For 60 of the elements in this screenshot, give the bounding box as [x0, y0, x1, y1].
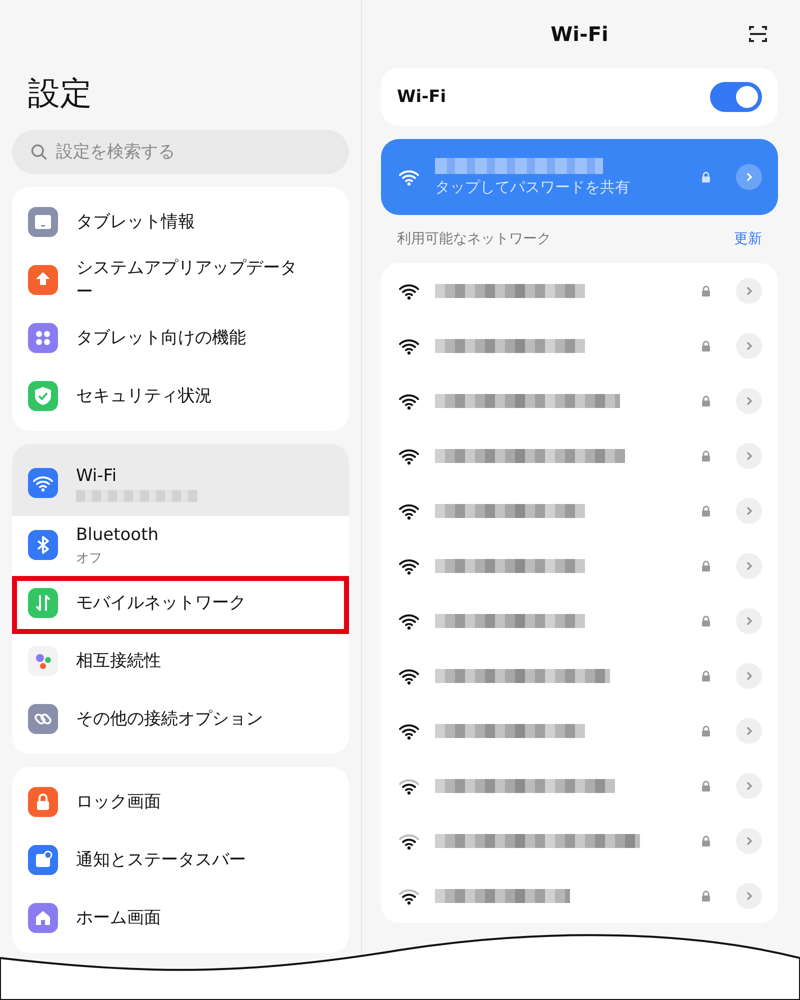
settings-label: タブレット向けの機能 — [76, 327, 246, 350]
settings-subtitle: オフ — [76, 550, 103, 567]
wifi-switch[interactable] — [710, 82, 762, 112]
settings-label: ホーム画面 — [76, 907, 161, 930]
settings-label: タブレット情報 — [76, 211, 195, 234]
settings-item[interactable]: ホーム画面 — [12, 889, 349, 947]
chevron-button[interactable] — [736, 388, 762, 414]
section-label: 利用可能なネットワーク — [397, 230, 551, 248]
settings-label: 通知とステータスバー — [76, 849, 246, 872]
lock-icon — [700, 340, 712, 352]
settings-label: セキュリティ状況 — [76, 385, 212, 408]
settings-label: その他の接続オプション — [76, 708, 263, 731]
lock-icon — [700, 284, 712, 296]
settings-label: Bluetooth — [76, 524, 159, 547]
settings-item[interactable]: システムアプリアップデーター — [12, 251, 349, 309]
lock-icon — [700, 780, 712, 792]
toggle-label: Wi-Fi — [397, 87, 446, 107]
page-title: Wi-Fi — [550, 22, 608, 46]
lock-icon — [700, 724, 712, 736]
settings-item[interactable]: 相互接続性 — [12, 632, 349, 690]
search-field[interactable]: 設定を検索する — [12, 130, 349, 174]
chevron-button[interactable] — [736, 662, 762, 688]
lock-icon — [700, 171, 712, 183]
chevron-button[interactable] — [736, 164, 762, 190]
settings-title: 設定 — [28, 73, 93, 114]
chevron-button[interactable] — [736, 332, 762, 358]
lock-icon — [700, 890, 712, 902]
settings-label: システムアプリアップデーター — [76, 257, 298, 304]
chevron-button[interactable] — [736, 718, 762, 744]
settings-item[interactable]: タブレット情報 — [12, 193, 349, 251]
settings-label: ロック画面 — [76, 791, 161, 814]
settings-item[interactable]: Wi-Fi — [12, 444, 349, 516]
search-icon — [30, 143, 48, 161]
lock-icon — [700, 394, 712, 406]
chevron-button[interactable] — [736, 552, 762, 578]
settings-item[interactable]: セキュリティ状況 — [12, 367, 349, 425]
settings-item[interactable]: モバイルネットワーク — [12, 574, 349, 632]
settings-item[interactable]: その他の接続オプション — [12, 690, 349, 748]
lock-icon — [700, 504, 712, 516]
chevron-button[interactable] — [736, 608, 762, 634]
settings-item[interactable]: ロック画面 — [12, 773, 349, 831]
lock-icon — [700, 450, 712, 462]
settings-label: Wi-Fi — [76, 465, 118, 488]
lock-icon — [700, 670, 712, 682]
chevron-button[interactable] — [736, 772, 762, 798]
chevron-button[interactable] — [736, 278, 762, 304]
settings-item[interactable]: タブレット向けの機能 — [12, 309, 349, 367]
chevron-button[interactable] — [736, 882, 762, 908]
chevron-button[interactable] — [736, 498, 762, 524]
lock-icon — [700, 614, 712, 626]
refresh-link[interactable]: 更新 — [734, 230, 762, 248]
chevron-button[interactable] — [736, 828, 762, 854]
chevron-button[interactable] — [736, 442, 762, 468]
settings-label: モバイルネットワーク — [76, 592, 246, 615]
lock-icon — [700, 834, 712, 846]
settings-item[interactable]: Bluetooth オフ — [12, 516, 349, 574]
settings-item[interactable]: 通知とステータスバー — [12, 831, 349, 889]
settings-label: 相互接続性 — [76, 650, 161, 673]
lock-icon — [700, 560, 712, 572]
share-hint: タップしてパスワードを共有 — [435, 178, 631, 196]
